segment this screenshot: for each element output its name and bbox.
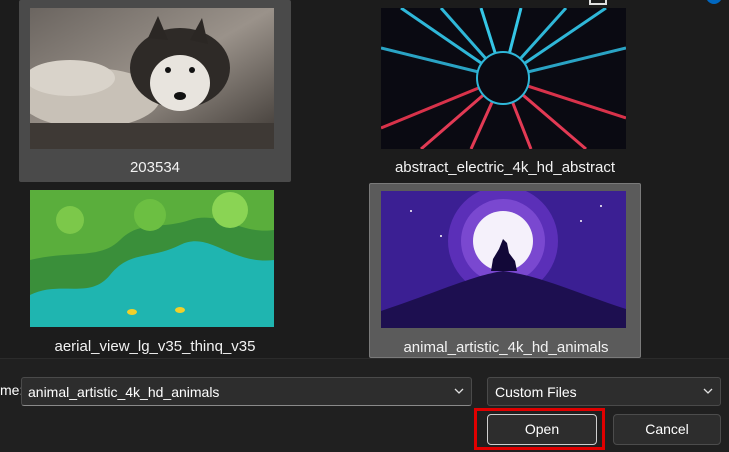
file-name: animal_artistic_4k_hd_animals bbox=[403, 339, 609, 356]
cancel-button[interactable]: Cancel bbox=[613, 414, 721, 445]
file-name: 203534 bbox=[129, 159, 181, 176]
file-tile-selected[interactable]: animal_artistic_4k_hd_animals bbox=[369, 183, 641, 358]
file-grid: 203534 abstract_electric_4k_hd_abstract … bbox=[0, 0, 729, 358]
file-type-value: Custom Files bbox=[495, 384, 577, 400]
chevron-down-icon bbox=[703, 388, 713, 394]
filename-label: me: bbox=[0, 382, 24, 398]
file-tile[interactable]: 203534 bbox=[19, 0, 291, 182]
info-dot-icon[interactable] bbox=[705, 0, 723, 6]
file-type-select[interactable]: Custom Files bbox=[487, 377, 721, 406]
window-icon[interactable] bbox=[589, 0, 607, 6]
thumbnail-dog bbox=[30, 8, 274, 149]
thumbnail-wolf bbox=[381, 191, 626, 328]
thumbnail-aerial bbox=[30, 190, 274, 327]
file-name: aerial_view_lg_v35_thinq_v35 bbox=[54, 338, 256, 355]
file-name: abstract_electric_4k_hd_abstract bbox=[394, 159, 616, 176]
filename-value: animal_artistic_4k_hd_animals bbox=[28, 384, 220, 400]
filename-input[interactable]: animal_artistic_4k_hd_animals bbox=[21, 377, 472, 406]
chevron-down-icon[interactable] bbox=[453, 385, 465, 397]
file-tile[interactable]: aerial_view_lg_v35_thinq_v35 bbox=[19, 183, 291, 358]
thumbnail-abstract bbox=[381, 8, 626, 149]
file-tile[interactable]: abstract_electric_4k_hd_abstract bbox=[369, 0, 641, 182]
open-button[interactable]: Open bbox=[487, 414, 597, 445]
